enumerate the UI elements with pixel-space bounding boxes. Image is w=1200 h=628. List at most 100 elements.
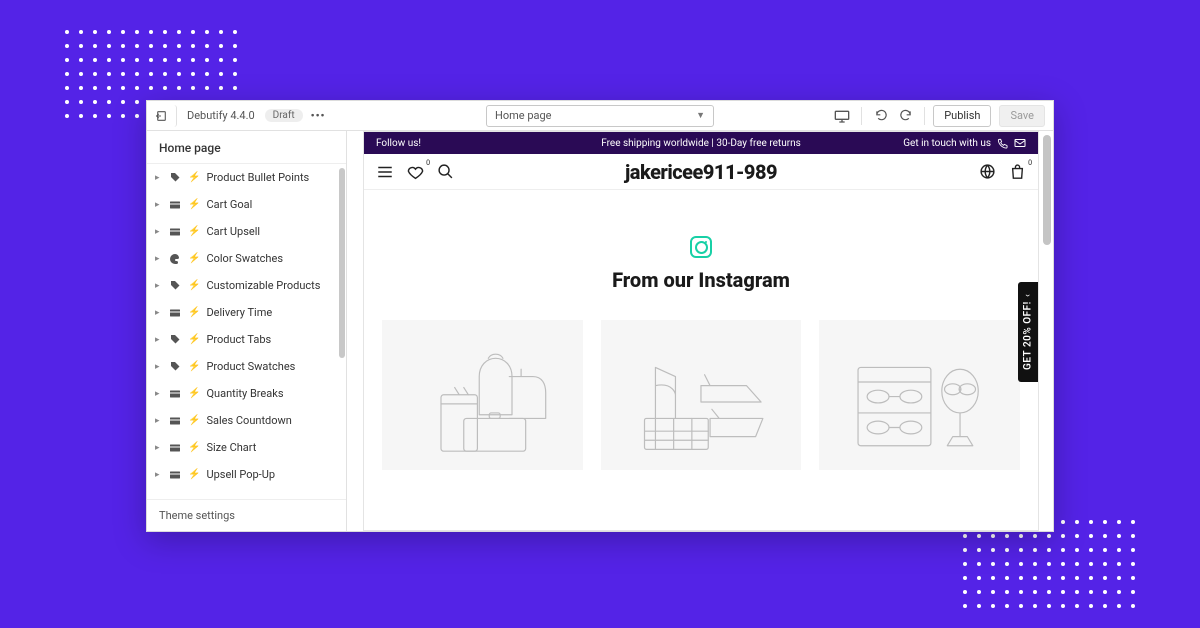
sidebar-item-product-tabs[interactable]: ▸ ⚡ Product Tabs xyxy=(147,326,346,353)
chevron-right-icon: ▸ xyxy=(155,362,162,372)
chevron-down-icon: ▼ xyxy=(696,110,705,121)
sidebar-item-size-chart[interactable]: ▸ ⚡ Size Chart xyxy=(147,434,346,461)
addon-bolt-icon: ⚡ xyxy=(188,280,200,291)
section-icon xyxy=(168,443,182,453)
section-icon xyxy=(168,308,182,318)
exit-editor-button[interactable] xyxy=(155,105,177,127)
language-button[interactable] xyxy=(978,163,996,181)
addon-bolt-icon: ⚡ xyxy=(188,415,200,426)
sidebar: Home page ▸ ⚡ Product Bullet Points ▸ ⚡ Cart … xyxy=(147,131,347,531)
sidebar-item-label: Cart Upsell xyxy=(206,225,260,238)
addon-bolt-icon: ⚡ xyxy=(188,172,200,183)
addon-bolt-icon: ⚡ xyxy=(188,253,200,264)
phone-icon xyxy=(997,138,1008,149)
sidebar-item-color-swatches[interactable]: ▸ ⚡ Color Swatches xyxy=(147,245,346,272)
decor-dots-bottom-right xyxy=(963,520,1135,608)
sidebar-title: Home page xyxy=(147,131,346,164)
addon-bolt-icon: ⚡ xyxy=(188,442,200,453)
chevron-right-icon: ▸ xyxy=(155,335,162,345)
sidebar-item-label: Product Bullet Points xyxy=(206,171,309,184)
editor-topbar: Debutify 4.4.0 Draft ••• Home page ▼ Pub… xyxy=(147,101,1053,131)
tag-icon xyxy=(168,361,182,373)
sidebar-item-label: Quantity Breaks xyxy=(206,387,283,400)
addon-bolt-icon: ⚡ xyxy=(188,199,200,210)
announcement-bar: Follow us! Free shipping worldwide | 30-… xyxy=(364,132,1038,154)
announce-left: Follow us! xyxy=(376,138,421,149)
sidebar-scrollbar[interactable] xyxy=(339,168,345,358)
chevron-right-icon: ▸ xyxy=(155,200,162,210)
sidebar-item-label: Size Chart xyxy=(206,441,256,454)
page-selector-dropdown[interactable]: Home page ▼ xyxy=(486,105,714,127)
section-icon xyxy=(168,470,182,480)
announce-right: Get in touch with us xyxy=(903,138,991,149)
sidebar-item-label: Customizable Products xyxy=(206,279,320,292)
more-menu-button[interactable]: ••• xyxy=(309,107,328,124)
sidebar-item-upsell-pop-up[interactable]: ▸ ⚡ Upsell Pop-Up xyxy=(147,461,346,488)
cart-count: 0 xyxy=(1028,159,1032,167)
sidebar-item-label: Cart Goal xyxy=(206,198,252,211)
instagram-section: From our Instagram xyxy=(364,190,1038,470)
addon-bolt-icon: ⚡ xyxy=(188,307,200,318)
store-header: 0 jakericee911-989 0 xyxy=(364,154,1038,190)
instagram-icon xyxy=(690,236,712,258)
undo-button[interactable] xyxy=(870,105,892,127)
search-button[interactable] xyxy=(436,163,454,181)
wishlist-count: 0 xyxy=(426,159,430,167)
status-badge: Draft xyxy=(265,109,303,122)
section-icon xyxy=(168,227,182,237)
promo-tab[interactable]: GET 20% OFF! ‹ xyxy=(1018,282,1038,382)
publish-button[interactable]: Publish xyxy=(933,105,991,127)
sidebar-item-label: Upsell Pop-Up xyxy=(206,468,275,481)
save-button: Save xyxy=(999,105,1045,127)
sidebar-item-product-swatches[interactable]: ▸ ⚡ Product Swatches xyxy=(147,353,346,380)
addon-bolt-icon: ⚡ xyxy=(188,361,200,372)
tag-icon xyxy=(168,172,182,184)
chevron-left-icon: ‹ xyxy=(1023,294,1033,297)
chevron-right-icon: ▸ xyxy=(155,281,162,291)
chevron-right-icon: ▸ xyxy=(155,416,162,426)
sidebar-item-delivery-time[interactable]: ▸ ⚡ Delivery Time xyxy=(147,299,346,326)
sidebar-item-label: Delivery Time xyxy=(206,306,272,319)
sidebar-item-customizable-products[interactable]: ▸ ⚡ Customizable Products xyxy=(147,272,346,299)
cart-button[interactable]: 0 xyxy=(1008,163,1026,181)
sidebar-item-label: Product Tabs xyxy=(206,333,271,346)
addon-bolt-icon: ⚡ xyxy=(188,334,200,345)
menu-button[interactable] xyxy=(376,163,394,181)
section-icon xyxy=(168,389,182,399)
tag-icon xyxy=(168,280,182,292)
instagram-card-3[interactable] xyxy=(819,320,1020,470)
page-selector-label: Home page xyxy=(495,109,552,122)
section-icon xyxy=(168,200,182,210)
palette-icon xyxy=(168,253,182,265)
canvas-scrollbar[interactable] xyxy=(1043,135,1051,245)
sidebar-item-cart-upsell[interactable]: ▸ ⚡ Cart Upsell xyxy=(147,218,346,245)
preview-canvas: Follow us! Free shipping worldwide | 30-… xyxy=(363,131,1039,531)
sidebar-item-cart-goal[interactable]: ▸ ⚡ Cart Goal xyxy=(147,191,346,218)
theme-name: Debutify 4.4.0 xyxy=(187,109,255,122)
sidebar-item-sales-countdown[interactable]: ▸ ⚡ Sales Countdown xyxy=(147,407,346,434)
sidebar-item-label: Product Swatches xyxy=(206,360,295,373)
instagram-card-1[interactable] xyxy=(382,320,583,470)
store-title: jakericee911-989 xyxy=(625,160,777,184)
wishlist-button[interactable]: 0 xyxy=(406,163,424,181)
addon-bolt-icon: ⚡ xyxy=(188,388,200,399)
sidebar-item-quantity-breaks[interactable]: ▸ ⚡ Quantity Breaks xyxy=(147,380,346,407)
sidebar-item-label: Sales Countdown xyxy=(206,414,291,427)
chevron-right-icon: ▸ xyxy=(155,443,162,453)
chevron-right-icon: ▸ xyxy=(155,389,162,399)
sidebar-item-label: Color Swatches xyxy=(206,252,283,265)
sidebar-item-product-bullet-points[interactable]: ▸⚡Product Bullet Points xyxy=(147,164,346,191)
desktop-preview-button[interactable] xyxy=(831,105,853,127)
chevron-right-icon: ▸ xyxy=(155,227,162,237)
chevron-right-icon: ▸ xyxy=(155,308,162,318)
instagram-card-2[interactable] xyxy=(601,320,802,470)
chevron-right-icon: ▸ xyxy=(155,254,162,264)
addon-bolt-icon: ⚡ xyxy=(188,469,200,480)
redo-button[interactable] xyxy=(894,105,916,127)
mail-icon xyxy=(1014,138,1026,148)
chevron-right-icon: ▸ xyxy=(155,470,162,480)
instagram-heading: From our Instagram xyxy=(364,268,1038,292)
addon-bolt-icon: ⚡ xyxy=(188,226,200,237)
preview-canvas-area: Follow us! Free shipping worldwide | 30-… xyxy=(347,131,1053,531)
theme-settings-link[interactable]: Theme settings xyxy=(147,499,346,531)
